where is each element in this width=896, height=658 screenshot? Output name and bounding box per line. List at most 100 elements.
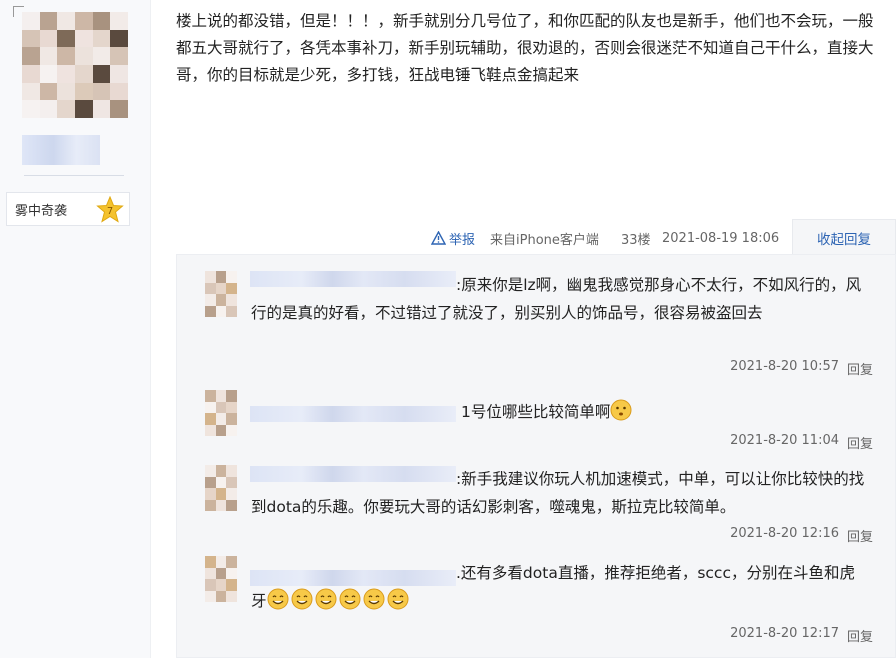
avatar-pixel <box>226 401 237 413</box>
user-avatar[interactable] <box>22 12 128 118</box>
smile-emoji-icon <box>291 588 313 610</box>
avatar-pixel <box>92 64 111 83</box>
post-datetime: 2021-08-19 18:06 <box>662 230 780 246</box>
avatar-pixel <box>226 390 237 402</box>
avatar-pixel <box>226 590 237 602</box>
reply-button[interactable]: 回复 <box>847 433 873 452</box>
collapse-replies-button[interactable]: 收起回复 <box>792 219 896 255</box>
reply-meta: 2021-8-20 12:17 回复 <box>730 626 873 645</box>
avatar-pixel <box>205 465 216 477</box>
reply-avatar[interactable] <box>205 465 237 511</box>
avatar-pixel <box>39 82 58 101</box>
avatar-pixel <box>205 567 216 579</box>
avatar-pixel <box>92 82 111 101</box>
avatar-pixel <box>215 465 227 477</box>
avatar-pixel <box>57 47 75 65</box>
divider <box>24 175 124 176</box>
avatar-pixel <box>110 64 128 83</box>
avatar-pixel <box>205 271 216 283</box>
username-blurred[interactable] <box>22 135 100 165</box>
smile-emoji-icon <box>267 588 289 610</box>
level-badge-label: 雾中奇袭 <box>15 203 68 219</box>
avatar-pixel <box>110 29 128 48</box>
avatar-pixel <box>74 47 93 65</box>
reply-text: :新手我建议你玩人机加速模式，中单，可以让你比较快的找到dota的乐趣。你要玩大… <box>251 470 865 516</box>
avatar-pixel <box>205 488 216 500</box>
avatar-pixel <box>215 271 227 283</box>
reply-time: 2021-8-20 11:04 <box>730 433 839 448</box>
avatar-pixel <box>226 499 237 511</box>
avatar-pixel <box>22 29 40 48</box>
avatar-pixel <box>226 488 237 500</box>
reply-button[interactable]: 回复 <box>847 526 873 545</box>
post-content: 楼上说的都没错，但是！！！，新手就别分几号位了，和你匹配的队友也是新手，他们也不… <box>176 12 874 84</box>
avatar-pixel <box>205 390 216 402</box>
reply-time: 2021-8-20 12:17 <box>730 626 839 641</box>
avatar-pixel <box>226 579 237 591</box>
avatar-pixel <box>92 29 111 48</box>
post-source: 来自iPhone客户端 <box>490 232 599 248</box>
avatar-pixel <box>205 424 216 436</box>
avatar-pixel <box>39 47 58 65</box>
avatar-pixel <box>226 556 237 568</box>
avatar-pixel <box>205 282 216 294</box>
avatar-pixel <box>74 12 93 30</box>
user-sidebar: 雾中奇袭 7 <box>0 0 151 658</box>
reply-button[interactable]: 回复 <box>847 626 873 645</box>
avatar-pixel <box>205 579 216 591</box>
smile-emoji-icon <box>363 588 385 610</box>
avatar-pixel <box>22 64 40 83</box>
avatar-pixel <box>22 12 40 30</box>
smiley-icons <box>267 588 411 610</box>
avatar-pixel <box>215 590 227 602</box>
reply-time: 2021-8-20 12:16 <box>730 526 839 541</box>
avatar-pixel <box>226 424 237 436</box>
avatar-pixel <box>92 47 111 65</box>
avatar-pixel <box>205 294 216 306</box>
avatar-pixel <box>110 82 128 101</box>
reply-avatar[interactable] <box>205 556 237 602</box>
avatar-pixel <box>215 499 227 511</box>
avatar-pixel <box>205 590 216 602</box>
avatar-pixel <box>205 556 216 568</box>
level-badge[interactable]: 雾中奇袭 7 <box>6 192 130 226</box>
avatar-pixel <box>226 294 237 306</box>
reply-time: 2021-8-20 10:57 <box>730 359 839 374</box>
avatar-pixel <box>205 476 216 488</box>
avatar-pixel <box>226 413 237 425</box>
avatar-pixel <box>22 47 40 65</box>
avatar-pixel <box>205 305 216 317</box>
avatar-pixel <box>39 64 58 83</box>
reply-button[interactable]: 回复 <box>847 359 873 378</box>
report-label: 举报 <box>449 232 476 248</box>
avatar-pixel <box>215 390 227 402</box>
avatar-pixel <box>110 12 128 30</box>
reply-meta: 2021-8-20 10:57 回复 <box>730 359 873 378</box>
reply-text: 1号位哪些比较简单啊 <box>251 398 869 426</box>
level-star-icon: 7 <box>96 196 124 223</box>
reply-avatar[interactable] <box>205 271 237 317</box>
avatar-pixel <box>110 47 128 65</box>
avatar-pixel <box>226 567 237 579</box>
level-number: 7 <box>107 206 113 217</box>
avatar-pixel <box>215 305 227 317</box>
avatar-pixel <box>215 401 227 413</box>
avatar-pixel <box>205 499 216 511</box>
avatar-pixel <box>57 12 75 30</box>
avatar-pixel <box>215 413 227 425</box>
avatar-pixel <box>74 82 93 101</box>
avatar-pixel <box>226 465 237 477</box>
smile-emoji-icon <box>315 588 337 610</box>
avatar-pixel <box>74 64 93 83</box>
avatar-pixel <box>22 82 40 101</box>
reply-meta: 2021-8-20 11:04 回复 <box>730 433 873 452</box>
avatar-pixel <box>205 401 216 413</box>
report-link[interactable]: 举报 <box>431 229 476 248</box>
avatar-pixel <box>215 424 227 436</box>
avatar-pixel <box>57 82 75 101</box>
avatar-pixel <box>74 100 93 118</box>
reply-avatar[interactable] <box>205 390 237 436</box>
avatar-pixel <box>74 29 93 48</box>
post-floor: 33楼 <box>621 232 651 248</box>
avatar-pixel <box>22 100 40 118</box>
